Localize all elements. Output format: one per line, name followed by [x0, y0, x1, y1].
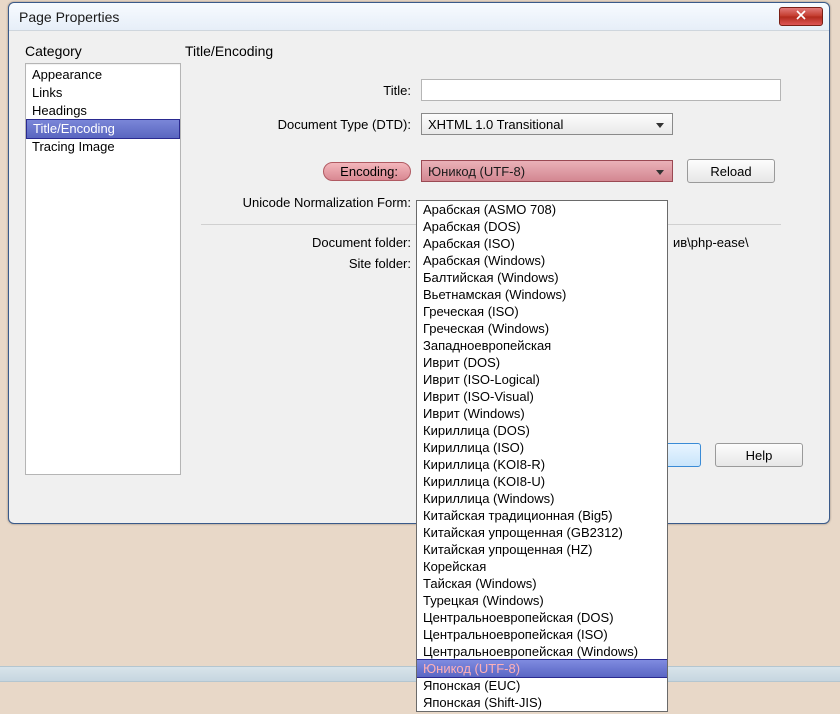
- doc-folder-value: ив\php-ease\: [673, 235, 749, 250]
- encoding-option[interactable]: Иврит (ISO-Visual): [417, 388, 667, 405]
- title-input[interactable]: [421, 79, 781, 101]
- encoding-option[interactable]: Иврит (Windows): [417, 405, 667, 422]
- encoding-option[interactable]: Греческая (Windows): [417, 320, 667, 337]
- encoding-label: Encoding:: [201, 162, 421, 181]
- encoding-option[interactable]: Кириллица (ISO): [417, 439, 667, 456]
- window-title: Page Properties: [19, 9, 119, 25]
- doc-folder-label: Document folder:: [201, 235, 421, 250]
- encoding-option[interactable]: Китайская традиционная (Big5): [417, 507, 667, 524]
- encoding-dropdown-list[interactable]: Арабская (ASMO 708)Арабская (DOS)Арабска…: [416, 200, 668, 712]
- dtd-value: XHTML 1.0 Transitional: [428, 117, 563, 132]
- encoding-option[interactable]: Турецкая (Windows): [417, 592, 667, 609]
- title-label: Title:: [201, 83, 421, 98]
- encoding-option[interactable]: Китайская упрощенная (HZ): [417, 541, 667, 558]
- encoding-option[interactable]: Кириллица (DOS): [417, 422, 667, 439]
- category-item-title-encoding[interactable]: Title/Encoding: [26, 119, 180, 139]
- encoding-option[interactable]: Арабская (DOS): [417, 218, 667, 235]
- titlebar[interactable]: Page Properties: [9, 3, 829, 31]
- reload-button[interactable]: Reload: [687, 159, 775, 183]
- encoding-option[interactable]: Греческая (ISO): [417, 303, 667, 320]
- section-heading: Title/Encoding: [185, 43, 273, 59]
- encoding-option[interactable]: Вьетнамская (Windows): [417, 286, 667, 303]
- category-item-appearance[interactable]: Appearance: [26, 66, 180, 84]
- encoding-option[interactable]: Тайская (Windows): [417, 575, 667, 592]
- help-button[interactable]: Help: [715, 443, 803, 467]
- encoding-option[interactable]: Арабская (Windows): [417, 252, 667, 269]
- encoding-option[interactable]: Центральноевропейская (Windows): [417, 643, 667, 660]
- category-item-headings[interactable]: Headings: [26, 102, 180, 120]
- encoding-value: Юникод (UTF-8): [428, 164, 525, 179]
- category-heading: Category: [25, 43, 185, 59]
- category-item-links[interactable]: Links: [26, 84, 180, 102]
- encoding-option[interactable]: Центральноевропейская (ISO): [417, 626, 667, 643]
- chevron-down-icon: [652, 118, 668, 132]
- category-list[interactable]: Appearance Links Headings Title/Encoding…: [25, 63, 181, 475]
- encoding-option[interactable]: Балтийская (Windows): [417, 269, 667, 286]
- encoding-option[interactable]: Корейская: [417, 558, 667, 575]
- encoding-option[interactable]: Юникод (UTF-8): [417, 659, 667, 678]
- encoding-option[interactable]: Иврит (ISO-Logical): [417, 371, 667, 388]
- dtd-label: Document Type (DTD):: [201, 117, 421, 132]
- close-icon: [796, 10, 806, 23]
- encoding-option[interactable]: Арабская (ASMO 708): [417, 201, 667, 218]
- encoding-option[interactable]: Китайская упрощенная (GB2312): [417, 524, 667, 541]
- encoding-option[interactable]: Японская (Shift-JIS): [417, 694, 667, 711]
- encoding-option[interactable]: Центральноевропейская (DOS): [417, 609, 667, 626]
- encoding-option[interactable]: Западноевропейская: [417, 337, 667, 354]
- dtd-combobox[interactable]: XHTML 1.0 Transitional: [421, 113, 673, 135]
- encoding-combobox[interactable]: Юникод (UTF-8): [421, 160, 673, 182]
- site-folder-label: Site folder:: [201, 256, 421, 271]
- encoding-option[interactable]: Кириллица (Windows): [417, 490, 667, 507]
- encoding-option[interactable]: Иврит (DOS): [417, 354, 667, 371]
- encoding-option[interactable]: Арабская (ISO): [417, 235, 667, 252]
- encoding-option[interactable]: Кириллица (KOI8-U): [417, 473, 667, 490]
- unf-label: Unicode Normalization Form:: [201, 195, 421, 210]
- encoding-option[interactable]: Японская (EUC): [417, 677, 667, 694]
- category-item-tracing-image[interactable]: Tracing Image: [26, 138, 180, 156]
- encoding-option[interactable]: Кириллица (KOI8-R): [417, 456, 667, 473]
- close-button[interactable]: [779, 7, 823, 26]
- chevron-down-icon: [652, 165, 668, 179]
